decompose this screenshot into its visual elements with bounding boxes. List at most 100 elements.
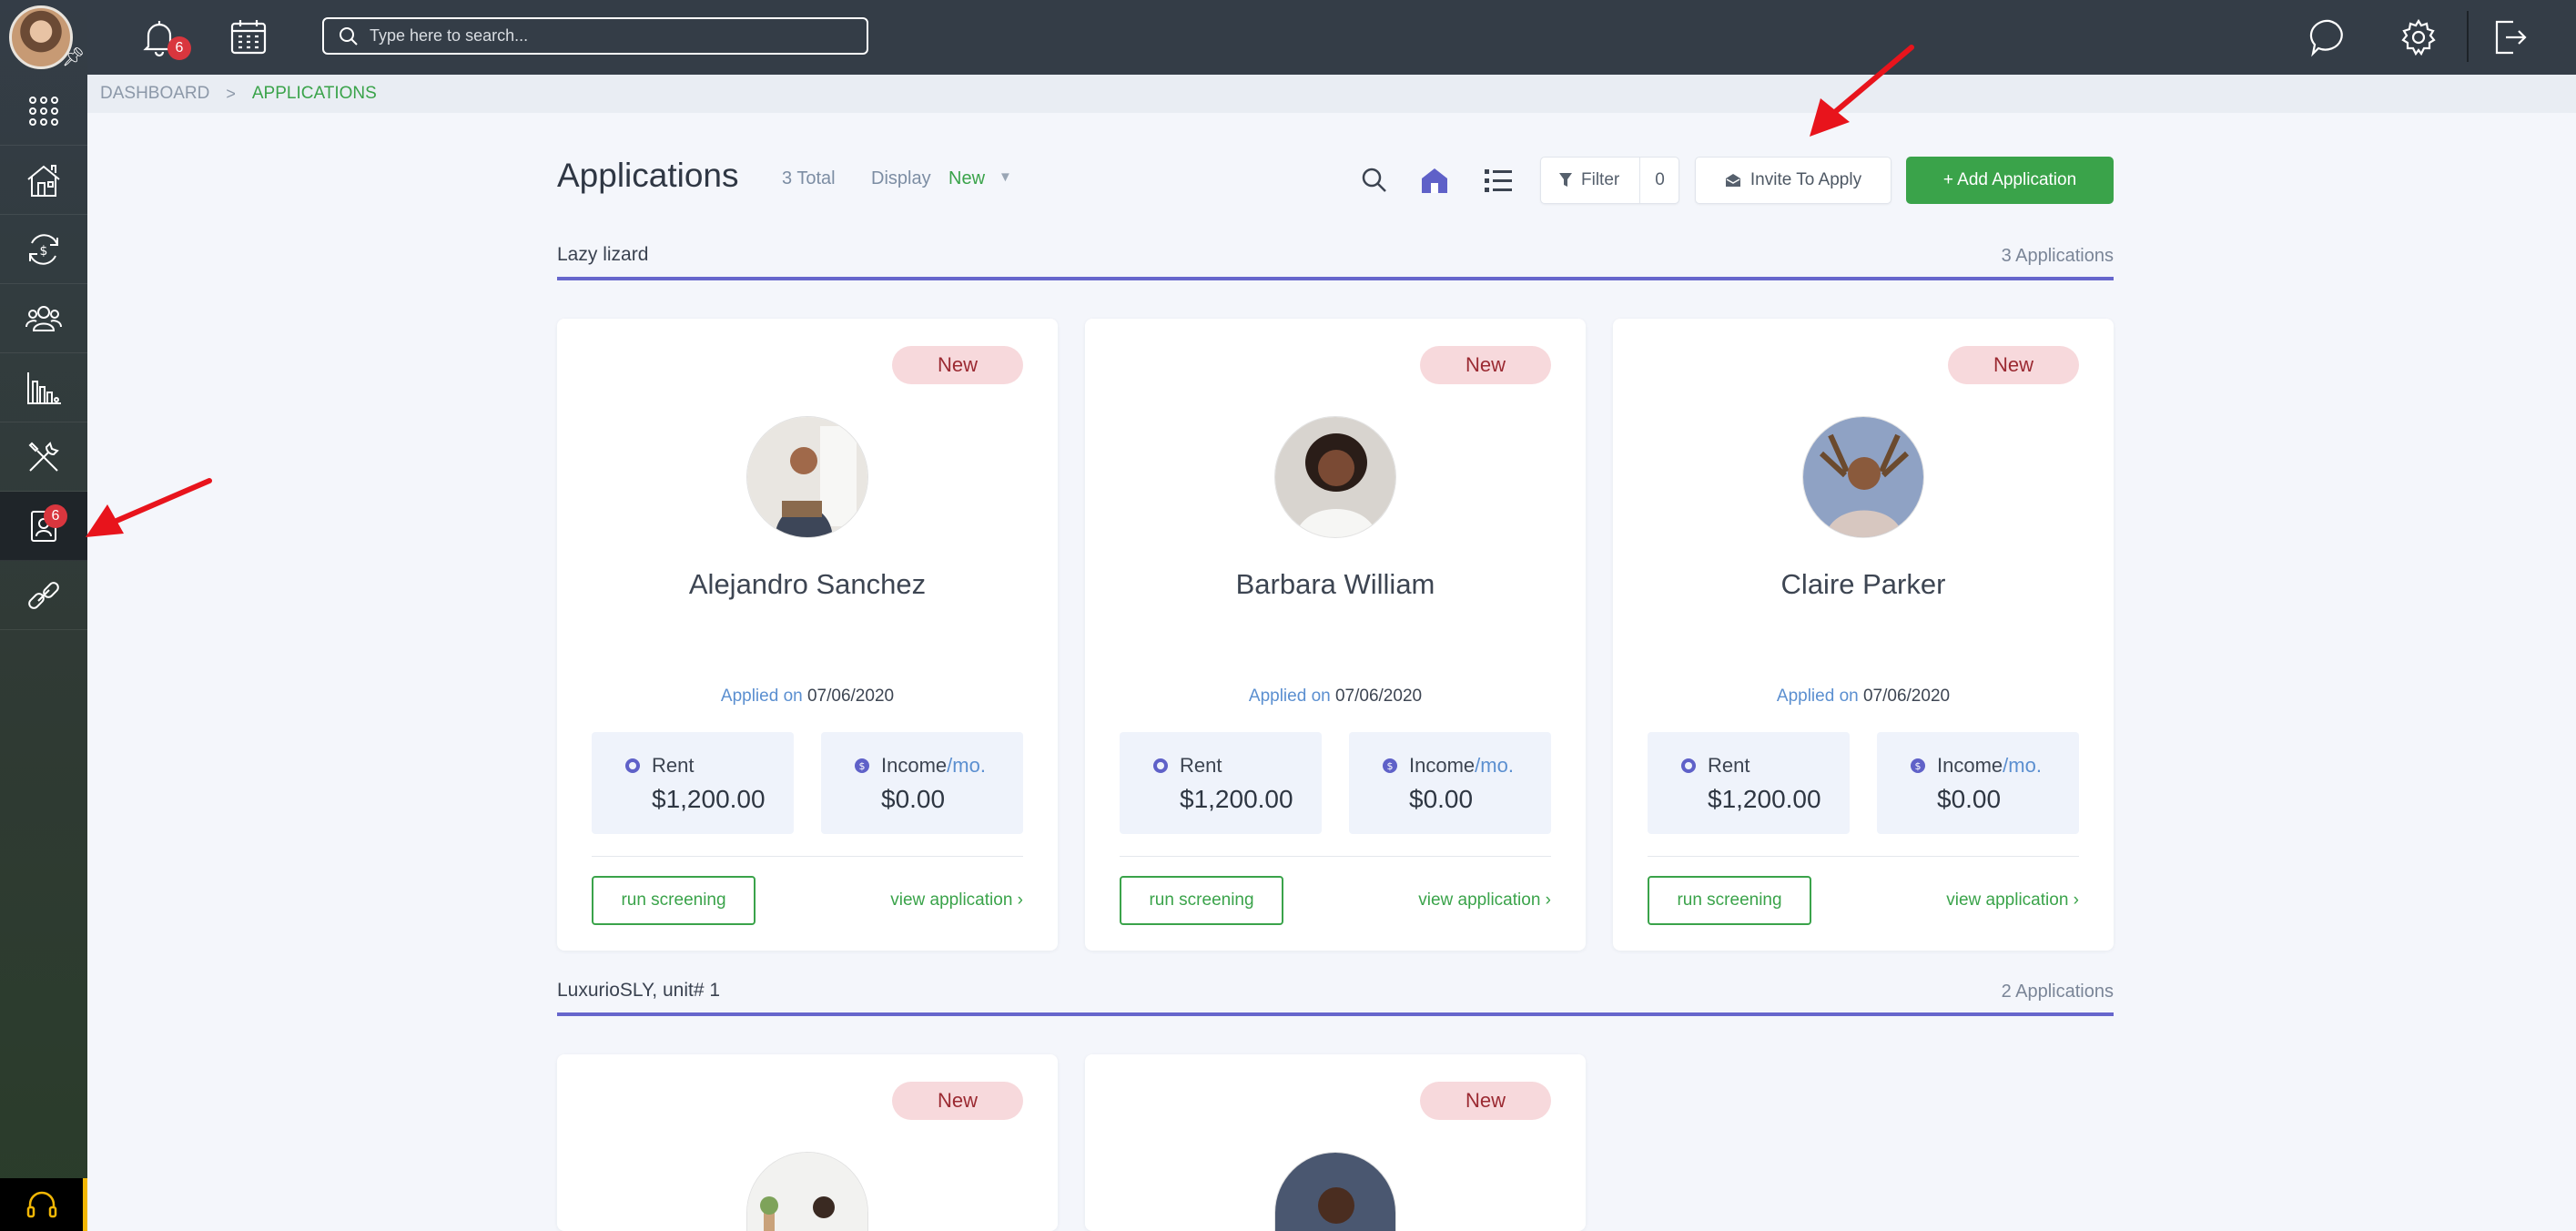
rent-value: $1,200.00 (1180, 785, 1293, 813)
calendar-button[interactable] (226, 15, 271, 60)
rent-label: Rent (1708, 754, 1750, 777)
sidebar-item-maintenance[interactable] (0, 422, 87, 492)
status-badge: New (892, 1082, 1023, 1120)
invite-to-apply-button[interactable]: Invite To Apply (1695, 157, 1891, 204)
search-input[interactable] (370, 26, 861, 46)
income-value: $0.00 (1409, 785, 1474, 813)
sidebar-item-people[interactable] (0, 284, 87, 353)
support-button[interactable] (0, 1178, 87, 1231)
run-screening-button[interactable]: run screening (1648, 876, 1811, 925)
view-application-link[interactable]: view application › (1418, 890, 1551, 911)
link-icon (28, 581, 59, 609)
svg-text:$: $ (1915, 760, 1922, 772)
sidebar-item-payments[interactable]: $ (0, 215, 87, 284)
add-application-button[interactable]: + Add Application (1906, 157, 2114, 204)
status-badge: New (892, 346, 1023, 384)
home-view-icon (1422, 168, 1447, 193)
house-icon (27, 164, 60, 197)
pin-icon[interactable]: 📌︎ (62, 46, 85, 68)
display-dropdown[interactable]: New (948, 168, 985, 189)
logout-icon (2495, 20, 2527, 55)
filter-label: Filter (1581, 170, 1620, 189)
svg-text:$: $ (859, 760, 866, 772)
page-title: Applications (557, 157, 739, 194)
group-name: LuxurioSLY, unit# 1 (557, 980, 721, 1001)
breadcrumb-current: APPLICATIONS (251, 84, 377, 103)
sidebar-item-properties[interactable] (0, 146, 87, 215)
sidebar-item-apps[interactable] (0, 76, 87, 146)
display-label: Display (871, 168, 931, 188)
group-header: Lazy lizard 3 Applications (557, 244, 2114, 280)
sidebar-item-applications[interactable]: 6 (0, 492, 87, 561)
applied-date: 07/06/2020 (1862, 687, 1951, 706)
list-view-button[interactable] (1480, 162, 1516, 198)
application-card: New (1085, 1054, 1586, 1231)
search-icon (1362, 168, 1386, 192)
svg-text:$: $ (1387, 760, 1394, 772)
money-cycle-icon: $ (29, 233, 58, 265)
applied-on: Applied on 07/06/2020 (557, 687, 1058, 707)
rent-label: Rent (1180, 754, 1222, 777)
run-screening-button[interactable]: run screening (592, 876, 756, 925)
grid-icon (29, 96, 58, 126)
sidebar-item-reports[interactable] (0, 353, 87, 422)
income-label: Income/mo. (1409, 754, 1514, 777)
applicant-name: Claire Parker (1780, 568, 1946, 600)
applicant-name: Alejandro Sanchez (688, 568, 927, 600)
tools-icon (28, 441, 59, 472)
logout-button[interactable] (2487, 15, 2532, 60)
coin-icon (1681, 758, 1696, 773)
view-application-link[interactable]: view application › (1946, 890, 2079, 911)
income-value: $0.00 (881, 785, 946, 813)
applicant-avatar (746, 416, 868, 538)
notifications-badge: 6 (167, 36, 191, 60)
breadcrumb: DASHBOARD > APPLICATIONS (87, 75, 2576, 113)
annotation-arrow-icon (1810, 45, 1914, 137)
sidebar: 📌︎ $ 6 (0, 0, 87, 1231)
card-divider (1120, 856, 1551, 857)
status-badge: New (1420, 1082, 1551, 1120)
search-button[interactable] (1356, 162, 1393, 198)
envelope-icon (1725, 174, 1740, 187)
search-box[interactable] (322, 17, 868, 55)
applicant-avatar (1802, 416, 1924, 538)
application-card: New Barbara William Applied on 07/06/202… (1085, 319, 1586, 951)
calendar-icon (230, 20, 267, 55)
rent-value: $1,200.00 (652, 785, 766, 813)
applied-label: Applied on (720, 687, 803, 706)
chat-button[interactable] (2307, 15, 2352, 60)
view-application-link[interactable]: view application › (890, 890, 1023, 911)
dollar-coin-icon: $ (1383, 758, 1397, 773)
application-card: New Claire Parker Applied on 07/06/2020 … (1613, 319, 2114, 951)
breadcrumb-separator: > (226, 84, 236, 103)
income-stat: $ Income/mo. $0.00 (821, 732, 1023, 834)
group-header: LuxurioSLY, unit# 1 2 Applications (557, 980, 2114, 1016)
topbar: 6 (87, 0, 2576, 75)
group-count: 3 Applications (2001, 246, 2114, 266)
rent-value: $1,200.00 (1708, 785, 1821, 813)
income-value: $0.00 (1937, 785, 2002, 813)
applied-on: Applied on 07/06/2020 (1085, 687, 1586, 707)
coin-icon (1153, 758, 1168, 773)
topbar-divider (2467, 11, 2469, 62)
applicant-avatar (746, 1152, 868, 1231)
caret-down-icon[interactable]: ▼ (999, 169, 1012, 185)
people-icon (25, 305, 62, 331)
group-count: 2 Applications (2001, 982, 2114, 1002)
sidebar-item-links[interactable] (0, 561, 87, 630)
income-label: Income/mo. (881, 754, 986, 777)
total-count: 3 Total (782, 168, 836, 188)
card-divider (1648, 856, 2079, 857)
applicant-name: Barbara William (1235, 568, 1435, 600)
filter-button[interactable]: Filter 0 (1540, 157, 1679, 204)
rent-label: Rent (652, 754, 695, 777)
grid-view-button[interactable] (1416, 162, 1453, 198)
bar-chart-icon (27, 371, 61, 404)
run-screening-button[interactable]: run screening (1120, 876, 1283, 925)
gear-icon (2401, 18, 2436, 56)
settings-button[interactable] (2396, 15, 2441, 60)
income-stat: $ Income/mo. $0.00 (1877, 732, 2079, 834)
applications-badge: 6 (44, 504, 67, 528)
rent-stat: Rent $1,200.00 (1120, 732, 1322, 834)
breadcrumb-dashboard[interactable]: DASHBOARD (100, 84, 209, 104)
